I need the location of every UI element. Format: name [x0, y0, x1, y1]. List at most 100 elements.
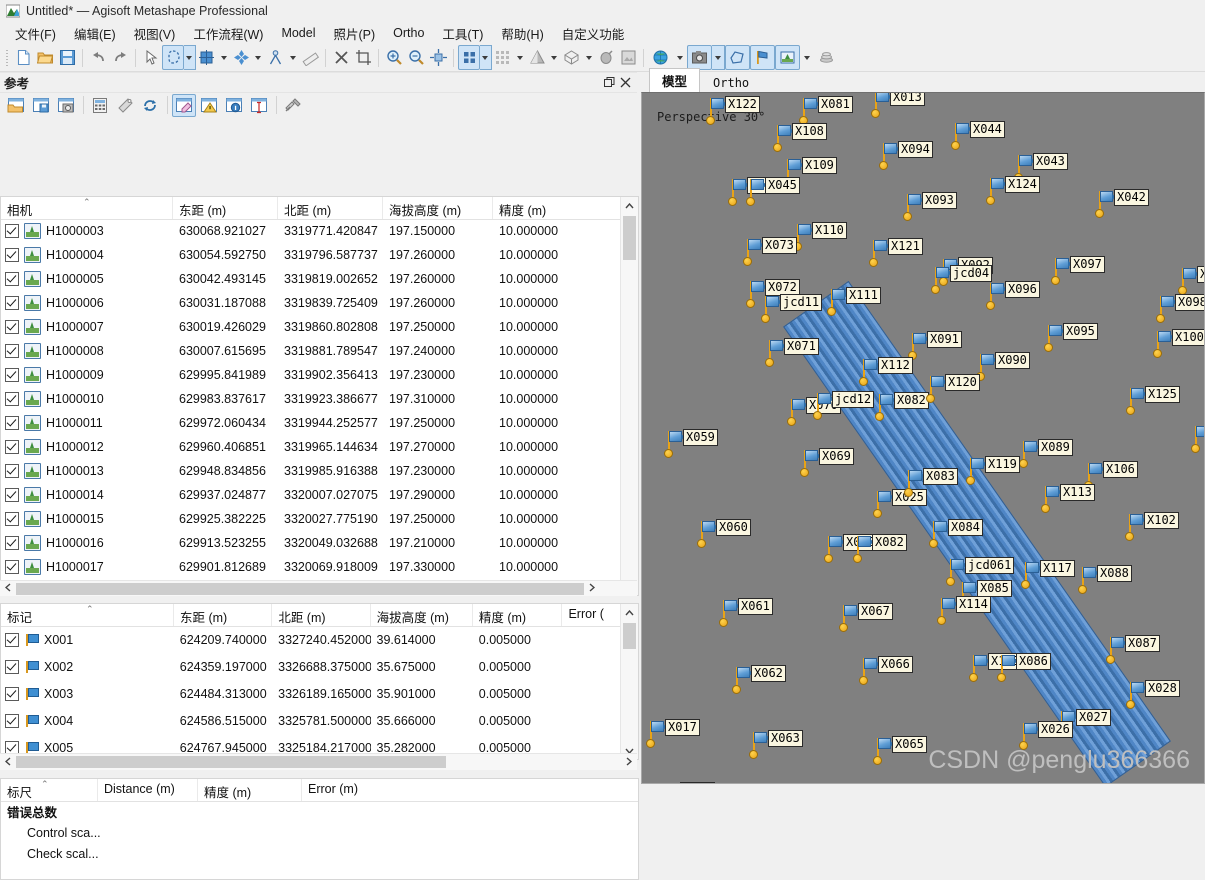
row-checkbox[interactable] [5, 320, 19, 334]
delete-selection-button[interactable] [330, 45, 352, 70]
row-checkbox[interactable] [5, 440, 19, 454]
col-m-easting[interactable]: 东距 (m) [174, 604, 273, 626]
import-reference-button[interactable] [4, 94, 28, 117]
row-checkbox[interactable] [5, 248, 19, 262]
row-checkbox[interactable] [5, 272, 19, 286]
new-project-button[interactable] [12, 45, 34, 70]
menu-file[interactable]: 文件(F) [6, 22, 65, 45]
col-marker[interactable]: 标记 ⌃ [1, 604, 174, 626]
row-checkbox[interactable] [5, 560, 19, 574]
list-item[interactable]: Control sca... [1, 822, 638, 843]
col-m-error[interactable]: Error ( [562, 604, 621, 626]
col-altitude[interactable]: 海拔高度 (m) [383, 197, 493, 219]
col-northing[interactable]: 北距 (m) [278, 197, 383, 219]
scroll-up-arrow[interactable] [621, 197, 638, 214]
col-camera[interactable]: 相机 ⌃ [1, 197, 173, 219]
show-trackball-button[interactable] [814, 45, 839, 70]
list-item[interactable]: 错误总数 [1, 801, 638, 822]
table-row[interactable]: H1000011 629972.060434 3319944.252577 197.2… [1, 411, 621, 435]
shaded-model-dropdown[interactable] [548, 45, 560, 70]
col-m-altitude[interactable]: 海拔高度 (m) [371, 604, 473, 626]
capture-reference-button[interactable] [54, 94, 78, 117]
cameras-scroll-thumb[interactable] [623, 216, 636, 260]
row-checkbox[interactable] [5, 488, 19, 502]
rotate-region-button[interactable] [265, 45, 287, 70]
col-m-northing[interactable]: 北距 (m) [272, 604, 371, 626]
table-row[interactable]: H1000003 630068.921027 3319771.420847 197.1… [1, 219, 621, 243]
tab-ortho[interactable]: Ortho [700, 73, 762, 92]
table-row[interactable]: X001 624209.740000 3327240.452000 39.614000… [1, 626, 621, 653]
row-checkbox[interactable] [5, 392, 19, 406]
menu-model[interactable]: Model [272, 24, 324, 42]
show-cameras-button[interactable] [687, 45, 712, 70]
menu-ortho[interactable]: Ortho [384, 24, 433, 42]
scalebar-button[interactable] [247, 94, 271, 117]
info-button[interactable] [222, 94, 246, 117]
row-checkbox[interactable] [5, 296, 19, 310]
table-row[interactable]: H1000012 629960.406851 3319965.144634 197.2… [1, 435, 621, 459]
free-form-selection-dropdown[interactable] [184, 45, 196, 70]
cameras-vscrollbar[interactable] [620, 197, 638, 595]
table-row[interactable]: H1000017 629901.812689 3320069.918009 197.3… [1, 555, 621, 579]
show-globe-dropdown[interactable] [673, 45, 687, 70]
cameras-hscroll-thumb[interactable] [16, 582, 584, 595]
row-checkbox[interactable] [5, 536, 19, 550]
wireframe-model-dropdown[interactable] [583, 45, 595, 70]
open-project-button[interactable] [34, 45, 56, 70]
table-row[interactable]: X004 624586.515000 3325781.500000 35.666000… [1, 707, 621, 734]
point-cloud-view-button[interactable] [458, 45, 481, 70]
menu-view[interactable]: 视图(V) [125, 22, 185, 45]
table-row[interactable]: X003 624484.313000 3326189.165000 35.901000… [1, 680, 621, 707]
table-row[interactable]: H1000010 629983.837617 3319923.386677 197.3… [1, 387, 621, 411]
table-row[interactable]: H1000004 630054.592750 3319796.587737 197.2… [1, 243, 621, 267]
select-pointer-button[interactable] [140, 45, 162, 70]
col-easting[interactable]: 东距 (m) [173, 197, 278, 219]
move-object-dropdown[interactable] [218, 45, 230, 70]
show-cameras-dropdown[interactable] [712, 45, 725, 70]
table-row[interactable]: H1000008 630007.615695 3319881.789547 197.2… [1, 339, 621, 363]
export-reference-button[interactable] [29, 94, 53, 117]
close-panel-button[interactable] [617, 75, 633, 91]
row-checkbox[interactable] [5, 713, 19, 728]
list-item[interactable]: Check scal... [1, 843, 638, 864]
row-checkbox[interactable] [5, 464, 19, 478]
table-row[interactable]: H1000005 630042.493145 3319819.002652 197.2… [1, 267, 621, 291]
hscroll-left-arrow[interactable] [0, 583, 16, 594]
col-accuracy[interactable]: 精度 (m) [493, 197, 621, 219]
markers-scroll-up-arrow[interactable] [621, 604, 638, 621]
move-object-button[interactable] [196, 45, 218, 70]
cameras-hscrollbar[interactable] [0, 580, 637, 596]
rotate-region-dropdown[interactable] [287, 45, 299, 70]
markers-hscroll-left-arrow[interactable] [0, 756, 16, 768]
reset-view-button[interactable] [427, 45, 449, 70]
show-images-dropdown[interactable] [800, 45, 814, 70]
table-row[interactable]: H1000009 629995.841989 3319902.356413 197.2… [1, 363, 621, 387]
table-row[interactable]: H1000015 629925.382225 3320027.775190 197.2… [1, 507, 621, 531]
show-globe-button[interactable] [648, 45, 673, 70]
table-row[interactable]: H1000016 629913.523255 3320049.032688 197.2… [1, 531, 621, 555]
measure-button[interactable] [299, 45, 321, 70]
point-cloud-dropdown[interactable] [480, 45, 492, 70]
redo-button[interactable] [109, 45, 131, 70]
zoom-out-button[interactable] [405, 45, 427, 70]
zoom-in-button[interactable] [383, 45, 405, 70]
table-row[interactable]: H1000014 629937.024877 3320007.027075 197.2… [1, 483, 621, 507]
markers-hscrollbar[interactable] [0, 753, 637, 770]
free-form-selection-button[interactable] [162, 45, 185, 70]
col-scalebar[interactable]: 标尺 ⌃ [1, 779, 98, 801]
hscroll-right-arrow[interactable] [584, 583, 600, 594]
texture-button[interactable] [595, 45, 617, 70]
toolbar-grip[interactable] [4, 48, 10, 68]
move-region-button[interactable] [230, 45, 252, 70]
menu-tools[interactable]: 工具(T) [433, 22, 492, 45]
table-row[interactable]: X002 624359.197000 3326688.375000 35.675000… [1, 653, 621, 680]
dense-cloud-view-button[interactable] [492, 45, 514, 70]
table-row[interactable]: H1000013 629948.834856 3319985.916388 197.2… [1, 459, 621, 483]
row-checkbox[interactable] [5, 224, 19, 238]
table-row[interactable]: H1000006 630031.187088 3319839.725409 197.2… [1, 291, 621, 315]
table-row[interactable]: H1000007 630019.426029 3319860.802808 197.2… [1, 315, 621, 339]
optimize-cameras-button[interactable] [113, 94, 137, 117]
col-distance[interactable]: Distance (m) [98, 779, 198, 801]
markers-hscroll-right-arrow[interactable] [621, 756, 637, 768]
row-checkbox[interactable] [5, 368, 19, 382]
